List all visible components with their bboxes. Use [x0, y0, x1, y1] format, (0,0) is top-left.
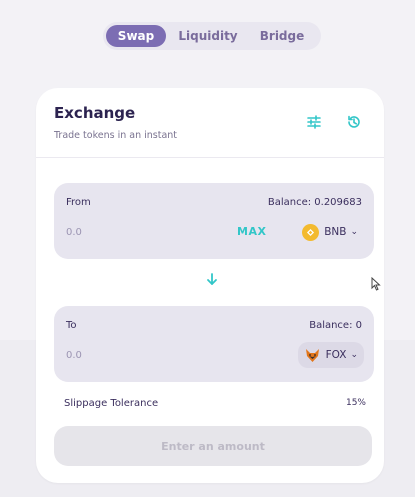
fox-icon	[304, 347, 321, 364]
slippage-value: 15%	[345, 398, 366, 408]
enter-amount-button[interactable]: Enter an amount	[54, 426, 372, 466]
to-token-select[interactable]: FOX ⌄	[297, 342, 364, 368]
tab-liquidity[interactable]: Liquidity	[168, 25, 248, 47]
to-balance: Balance: 0	[309, 320, 362, 331]
chevron-down-icon: ⌄	[350, 227, 358, 237]
chevron-down-icon: ⌄	[350, 350, 358, 360]
to-amount-input[interactable]: 0.0	[66, 350, 82, 361]
max-button[interactable]: MAX	[237, 225, 266, 238]
switch-direction-arrow-icon[interactable]	[203, 270, 221, 288]
from-balance: Balance: 0.209683	[267, 197, 362, 208]
to-label: To	[66, 320, 77, 331]
exchange-card: Exchange Trade tokens in an instant From…	[36, 88, 384, 483]
to-token-name: FOX	[325, 349, 347, 361]
bnb-icon	[302, 223, 320, 241]
to-panel: To Balance: 0 0.0 FOX ⌄	[54, 306, 374, 382]
settings-sliders-icon[interactable]	[304, 112, 324, 132]
tab-bridge[interactable]: Bridge	[250, 25, 314, 47]
from-amount-input[interactable]: 0.0	[66, 227, 82, 238]
slippage-label: Slippage Tolerance	[64, 398, 159, 409]
from-token-select[interactable]: BNB ⌄	[296, 219, 364, 245]
from-panel: From Balance: 0.209683 0.0 MAX BNB ⌄	[54, 183, 374, 259]
swap-nav-tabs: Swap Liquidity Bridge	[103, 22, 321, 50]
history-icon[interactable]	[344, 112, 364, 132]
mouse-cursor-icon	[371, 276, 381, 295]
tab-swap[interactable]: Swap	[106, 25, 166, 47]
from-token-name: BNB	[324, 226, 347, 238]
exchange-title: Exchange	[54, 104, 136, 122]
from-label: From	[66, 197, 91, 208]
exchange-subtitle: Trade tokens in an instant	[54, 130, 178, 141]
exchange-header: Exchange Trade tokens in an instant	[36, 88, 384, 158]
